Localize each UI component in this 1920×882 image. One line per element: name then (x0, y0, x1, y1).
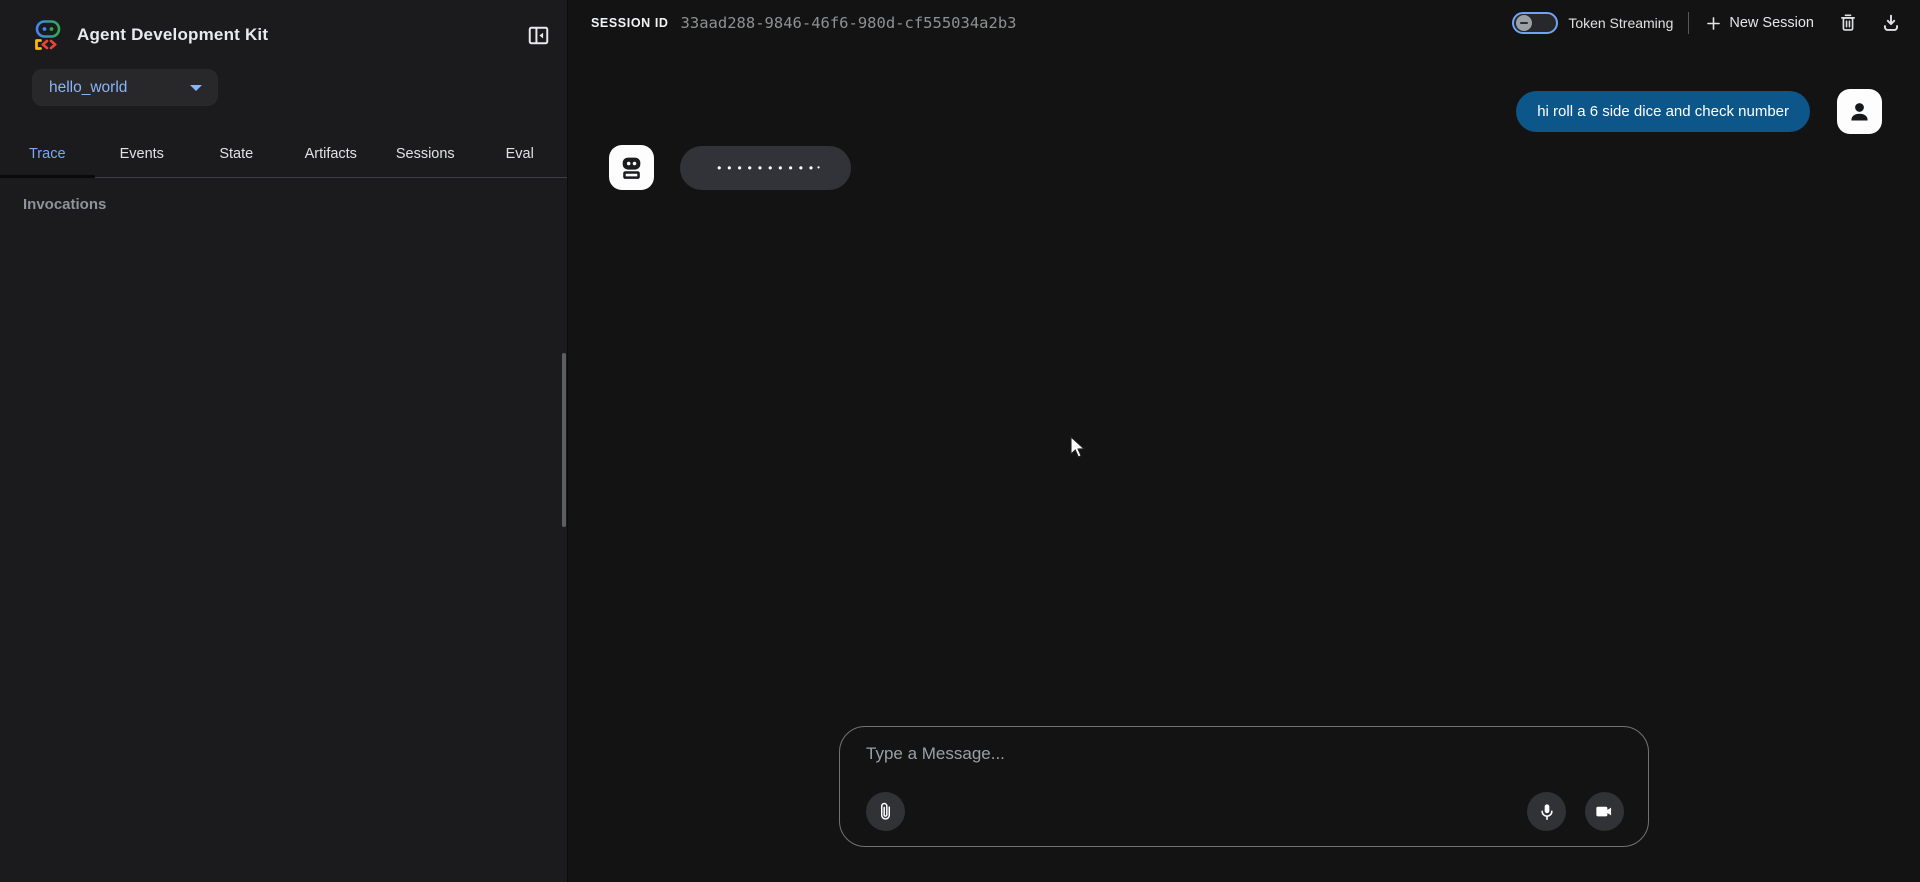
tab-artifacts[interactable]: Artifacts (284, 131, 379, 177)
user-avatar (1837, 89, 1882, 134)
main-panel: SESSION ID 33aad288-9846-46f6-980d-cf555… (568, 0, 1920, 882)
videocam-icon (1594, 801, 1615, 822)
token-streaming-label: Token Streaming (1568, 15, 1673, 31)
collapse-panel-icon (526, 23, 551, 48)
tab-eval[interactable]: Eval (473, 131, 568, 177)
session-id-value: 33aad288-9846-46f6-980d-cf555034a2b3 (681, 14, 1017, 32)
tab-state[interactable]: State (189, 131, 284, 177)
composer-controls (866, 792, 1624, 831)
toggle-knob (1516, 15, 1532, 31)
mouse-cursor (1066, 435, 1090, 461)
chat-area: hi roll a 6 side dice and check number (568, 46, 1920, 882)
agent-select-value: hello_world (49, 79, 127, 97)
person-icon (1846, 98, 1873, 125)
sidebar-header: Agent Development Kit (32, 16, 553, 54)
plus-icon (1704, 14, 1723, 33)
invocations-heading: Invocations (23, 196, 567, 213)
mic-icon (1537, 802, 1557, 822)
trash-icon (1837, 12, 1859, 34)
new-session-button[interactable]: New Session (1704, 14, 1814, 33)
agent-select-dropdown[interactable]: hello_world (32, 69, 218, 106)
session-topbar: SESSION ID 33aad288-9846-46f6-980d-cf555… (568, 0, 1920, 46)
typing-indicator-bubble: ••••••••••• (680, 146, 851, 190)
adk-logo-icon (32, 19, 63, 51)
tab-trace[interactable]: Trace (0, 131, 95, 177)
user-message-bubble: hi roll a 6 side dice and check number (1516, 91, 1810, 132)
agent-avatar (609, 145, 654, 190)
chevron-down-icon (190, 85, 202, 91)
tab-sessions[interactable]: Sessions (378, 131, 473, 177)
topbar-controls: Token Streaming New Session (1512, 12, 1902, 34)
agent-message-row: ••••••••••• (568, 145, 1920, 190)
token-streaming-toggle[interactable] (1512, 12, 1558, 34)
collapse-panel-button[interactable] (523, 20, 553, 50)
user-message-row: hi roll a 6 side dice and check number (568, 89, 1920, 134)
message-input[interactable] (866, 744, 1624, 764)
attach-file-button[interactable] (866, 792, 905, 831)
adk-web-app: Agent Development Kit hello_world Trace … (0, 0, 1920, 882)
paperclip-icon (875, 801, 896, 822)
sidebar: Agent Development Kit hello_world Trace … (0, 0, 568, 882)
new-session-label: New Session (1729, 15, 1814, 31)
typing-dots: •••••••••• (711, 161, 819, 175)
session-id-label: SESSION ID (591, 16, 669, 30)
delete-session-button[interactable] (1837, 12, 1859, 34)
robot-icon (618, 154, 645, 181)
video-button[interactable] (1585, 792, 1624, 831)
tab-events[interactable]: Events (95, 131, 190, 177)
app-title: Agent Development Kit (77, 25, 268, 45)
vertical-divider (1688, 12, 1689, 34)
export-session-button[interactable] (1880, 12, 1902, 34)
message-composer (839, 726, 1649, 847)
typing-dots-tail: • (817, 163, 820, 172)
mic-button[interactable] (1527, 792, 1566, 831)
sidebar-tabs: Trace Events State Artifacts Sessions Ev… (0, 131, 567, 178)
sidebar-scrollbar[interactable] (562, 353, 566, 527)
download-icon (1880, 12, 1902, 34)
